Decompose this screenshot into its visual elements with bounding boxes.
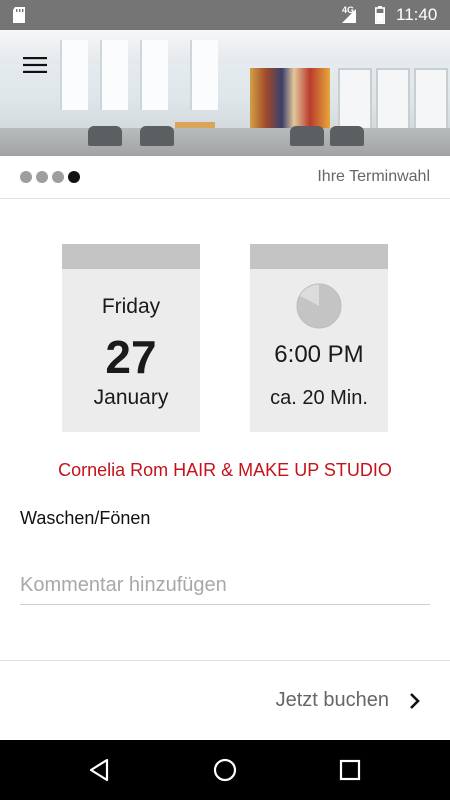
hamburger-menu-icon xyxy=(23,57,47,73)
step-title: Ihre Terminwahl xyxy=(317,168,430,185)
chevron-right-icon xyxy=(410,693,420,709)
service-name: Waschen/Fönen xyxy=(20,508,151,528)
recents-icon[interactable] xyxy=(336,756,364,784)
hero-window xyxy=(60,40,88,110)
month-label: January xyxy=(93,386,169,409)
book-now-button[interactable]: Jetzt buchen xyxy=(0,661,450,739)
system-navigation-bar xyxy=(0,740,450,800)
comment-input[interactable] xyxy=(20,566,430,605)
duration-label: ca. 20 Min. xyxy=(270,387,368,409)
status-bar: 4G 11:40 xyxy=(0,0,450,30)
book-now-label: Jetzt buchen xyxy=(275,689,389,711)
step-dot[interactable] xyxy=(36,171,48,183)
clock-icon xyxy=(296,283,342,329)
hero-window xyxy=(100,40,128,110)
hero-chair xyxy=(88,126,122,146)
salon-name: Cornelia Rom HAIR & MAKE UP STUDIO xyxy=(58,460,392,480)
divider xyxy=(0,198,450,199)
weekday-label: Friday xyxy=(101,295,161,318)
home-icon[interactable] xyxy=(211,756,239,784)
sd-card-icon xyxy=(13,7,25,23)
back-icon[interactable] xyxy=(86,756,114,784)
time-value: 6:00 PM xyxy=(274,341,364,368)
hero-floor xyxy=(0,128,450,156)
step-dot[interactable] xyxy=(52,171,64,183)
time-card: 6:00 PM ca. 20 Min. xyxy=(250,244,388,432)
step-dot-active xyxy=(68,171,80,183)
step-dot[interactable] xyxy=(20,171,32,183)
date-card-header xyxy=(62,244,200,269)
signal-icon xyxy=(342,9,356,23)
hero-window xyxy=(190,40,218,110)
hero-window xyxy=(140,40,168,110)
hero-chair xyxy=(290,126,324,146)
battery-icon xyxy=(375,6,385,24)
day-number: 27 xyxy=(105,331,157,383)
hero-chair xyxy=(140,126,174,146)
step-indicator xyxy=(20,171,84,183)
menu-button[interactable] xyxy=(20,52,50,78)
time-card-header xyxy=(250,244,388,269)
status-clock: 11:40 xyxy=(396,5,438,24)
hero-chair xyxy=(330,126,364,146)
date-card: Friday 27 January xyxy=(62,244,200,432)
salon-header-image xyxy=(0,30,450,156)
